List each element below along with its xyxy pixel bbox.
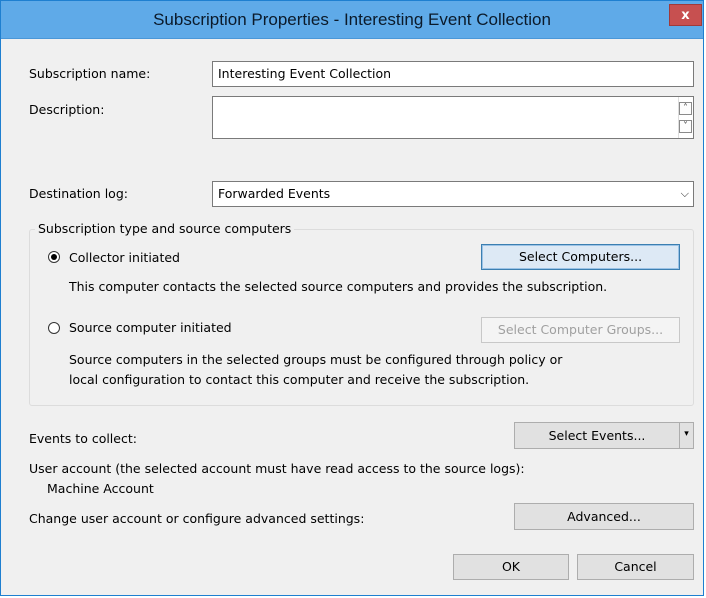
subscription-name-input[interactable]: Interesting Event Collection (212, 61, 694, 87)
source-initiated-radio[interactable] (48, 322, 60, 334)
dialog-window: Subscription Properties - Interesting Ev… (0, 0, 704, 596)
description-label: Description: (29, 102, 105, 117)
select-events-button[interactable]: Select Events... ▾ (514, 422, 694, 449)
title-bar[interactable]: Subscription Properties - Interesting Ev… (1, 1, 703, 39)
destination-log-select[interactable]: Forwarded Events ⌵ (212, 181, 694, 207)
select-computer-groups-button[interactable]: Select Computer Groups... (481, 317, 680, 343)
window-title: Subscription Properties - Interesting Ev… (153, 10, 551, 29)
close-button[interactable]: x (669, 4, 702, 26)
collector-description: This computer contacts the selected sour… (69, 279, 608, 294)
destination-log-label: Destination log: (29, 186, 128, 201)
radio-selected-dot (51, 254, 57, 260)
select-computers-button[interactable]: Select Computers... (481, 244, 680, 270)
advanced-button[interactable]: Advanced... (514, 503, 694, 530)
source-initiated-label[interactable]: Source computer initiated (69, 320, 232, 335)
select-events-label: Select Events... (548, 428, 646, 443)
collector-initiated-label[interactable]: Collector initiated (69, 250, 180, 265)
user-account-label: User account (the selected account must … (29, 461, 525, 476)
user-account-value: Machine Account (47, 481, 154, 496)
source-description-line1: Source computers in the selected groups … (69, 352, 563, 367)
chevron-down-icon: ⌵ (680, 187, 689, 200)
ok-button[interactable]: OK (453, 554, 569, 580)
cancel-button[interactable]: Cancel (577, 554, 694, 580)
dialog-body: Subscription name: Interesting Event Col… (7, 39, 697, 591)
scroll-up-icon[interactable]: ˄ (679, 102, 692, 115)
collector-initiated-radio[interactable] (48, 251, 60, 263)
dropdown-arrow-icon[interactable]: ▾ (679, 423, 693, 448)
description-input[interactable] (212, 96, 694, 139)
destination-log-value: Forwarded Events (218, 186, 331, 201)
subscription-name-label: Subscription name: (29, 66, 151, 81)
description-scrollbar[interactable]: ˄ ˅ (678, 97, 693, 138)
events-to-collect-label: Events to collect: (29, 431, 137, 446)
advanced-settings-label: Change user account or configure advance… (29, 511, 365, 526)
source-description-line2: local configuration to contact this comp… (69, 372, 530, 387)
scroll-down-icon[interactable]: ˅ (679, 120, 692, 133)
subscription-type-legend: Subscription type and source computers (35, 221, 295, 236)
